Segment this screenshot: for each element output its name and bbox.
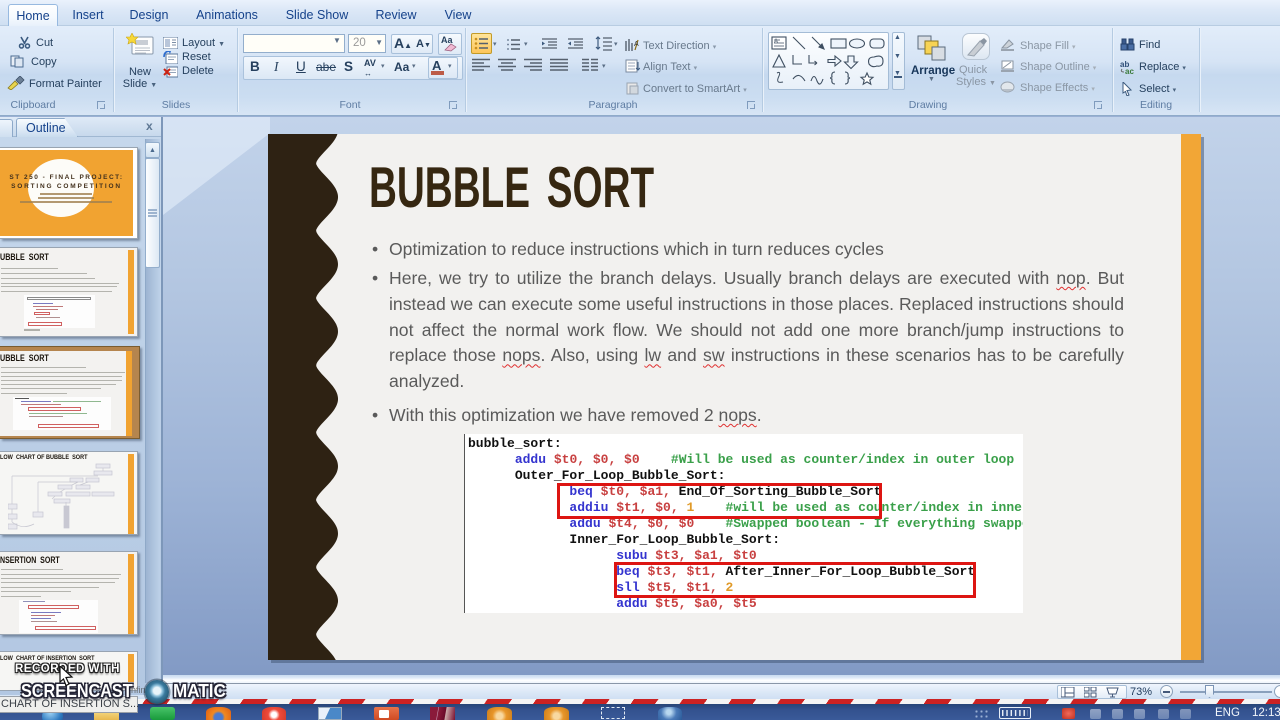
svg-text:ac: ac	[1125, 67, 1134, 74]
svg-text:A: A	[774, 39, 778, 45]
svg-text:A: A	[634, 41, 639, 48]
